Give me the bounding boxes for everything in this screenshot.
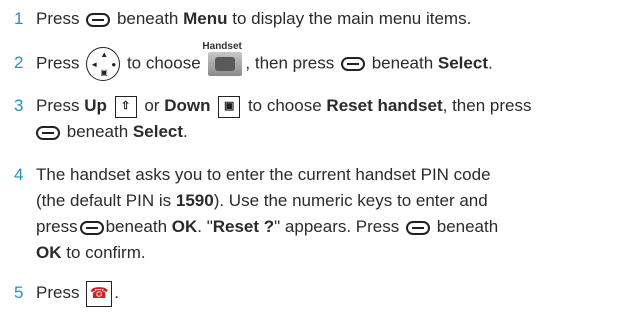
- softkey-icon: [79, 220, 104, 235]
- text: beneath: [66, 122, 129, 141]
- end-call-key-icon: ☎: [86, 280, 113, 307]
- reset-handset-label: Reset handset: [326, 96, 443, 115]
- down-label: Down: [164, 96, 211, 115]
- select-label: Select: [437, 53, 488, 73]
- softkey-icon: [86, 12, 111, 27]
- text: The handset asks you to enter the curren…: [36, 165, 491, 184]
- softkey-icon: [406, 220, 430, 235]
- text: , then press: [442, 96, 532, 115]
- reset-prompt: Reset ?: [212, 217, 275, 236]
- text: Press: [36, 283, 80, 302]
- softkey-icon: [340, 57, 365, 71]
- text: .: [183, 122, 188, 141]
- text: ). Use the numeric keys to enter and: [213, 191, 488, 210]
- text: to display the main menu items.: [232, 9, 472, 28]
- text: beneath: [116, 9, 179, 28]
- text: to confirm.: [66, 243, 146, 262]
- default-pin: 1590: [175, 191, 214, 210]
- nav-key-icon: ▲ ◄ ● ▣: [86, 47, 121, 81]
- text: Press: [36, 96, 80, 115]
- text: to choose: [247, 96, 322, 115]
- menu-label: Menu: [183, 9, 228, 28]
- ok-label: OK: [36, 243, 62, 262]
- up-label: Up: [84, 96, 107, 115]
- down-key-icon: ▣: [218, 95, 241, 118]
- text: or: [144, 96, 160, 115]
- text: (the default PIN is: [36, 191, 172, 210]
- text: beneath: [371, 53, 434, 73]
- select-label: Select: [132, 122, 184, 141]
- step-number: 5: [14, 283, 24, 302]
- ok-label: OK: [171, 217, 198, 236]
- text: .: [487, 53, 493, 73]
- text: , then press: [245, 53, 335, 73]
- softkey-icon: [36, 125, 60, 140]
- step-number: 2: [14, 53, 24, 72]
- handset-menu-icon: Handset: [202, 41, 243, 78]
- text: beneath: [105, 217, 168, 236]
- text: Press: [36, 9, 80, 28]
- text: .: [114, 283, 119, 302]
- step-number: 3: [14, 96, 24, 115]
- text: " appears. Press: [274, 217, 400, 236]
- up-key-icon: ⇧: [114, 95, 137, 118]
- text: beneath: [436, 217, 499, 236]
- handset-image: [208, 52, 243, 76]
- step-number: 4: [14, 165, 24, 184]
- text: . ": [197, 217, 213, 236]
- text: to choose: [126, 53, 201, 73]
- step-number: 1: [14, 9, 24, 28]
- text: Press: [36, 53, 80, 73]
- text: press: [36, 217, 78, 236]
